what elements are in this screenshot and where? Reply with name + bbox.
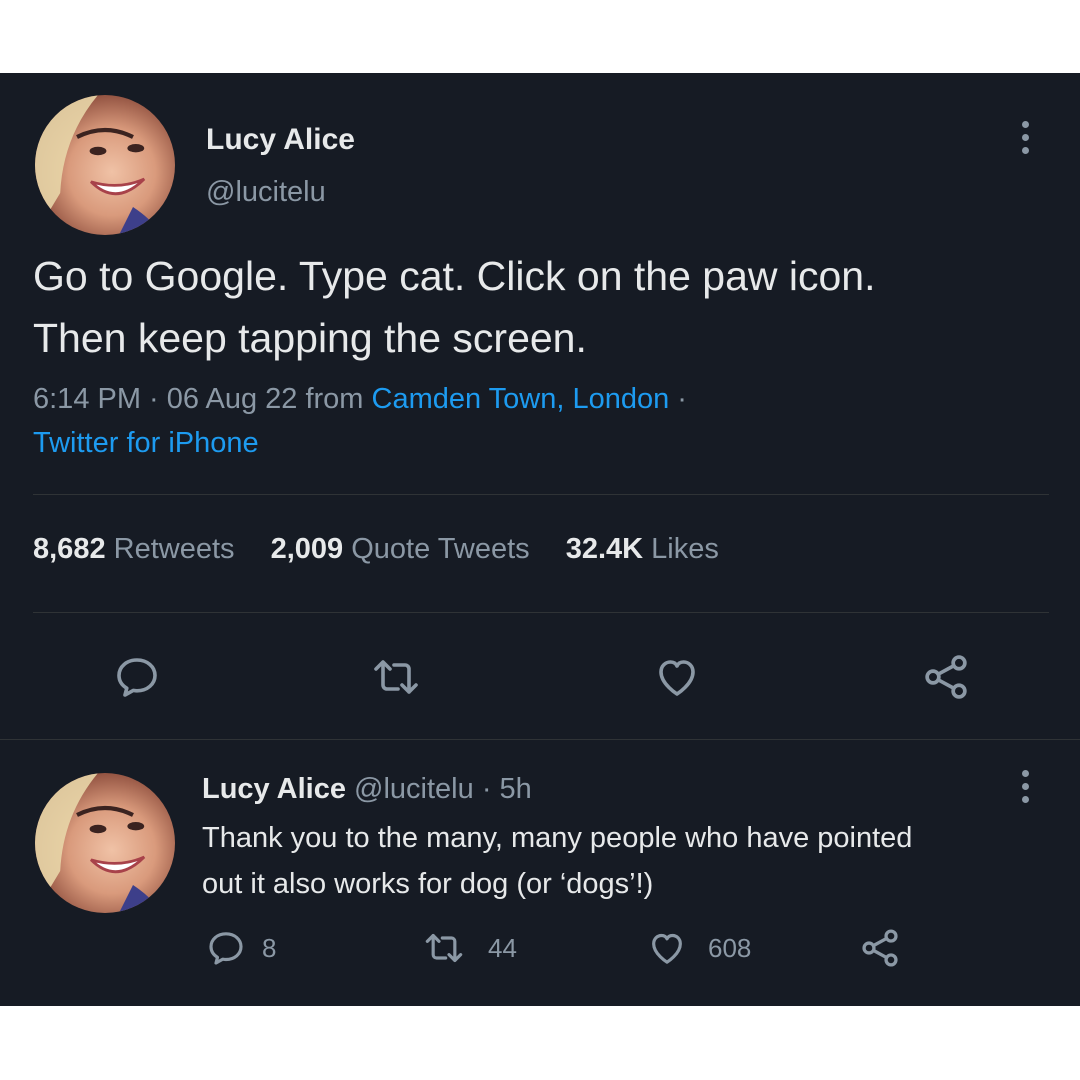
tweet-text: Go to Google. Type cat. Click on the paw… [33,245,875,369]
timestamp[interactable]: 6:14 PM · 06 Aug 22 from [33,383,372,415]
reply-header: Lucy Alice @lucitelu · 5h [202,773,532,806]
reply-text-line: Thank you to the many, many people who h… [202,822,913,854]
tweet-text-line: Go to Google. Type cat. Click on the paw… [33,253,876,299]
meta-separator: · [669,383,687,415]
like-icon[interactable] [646,928,688,968]
divider [0,739,1080,740]
reply-handle-time[interactable]: @lucitelu · 5h [354,773,532,805]
reply-avatar[interactable] [35,773,175,913]
likes-label: Likes [651,533,719,565]
tweet-panel: Lucy Alice @lucitelu Go to Google. Type … [0,73,1080,1006]
location-link[interactable]: Camden Town, London [372,383,670,415]
retweet-count: 44 [488,933,517,963]
like-icon[interactable] [652,653,702,701]
likes-count: 32.4K [565,533,644,565]
source-link[interactable]: Twitter for iPhone [33,421,687,465]
reply-display-name[interactable]: Lucy Alice [202,773,346,805]
avatar-image [35,95,161,235]
reply-count: 8 [262,933,277,963]
more-icon[interactable] [1020,121,1030,154]
retweets-label: Retweets [113,533,235,565]
reply-icon[interactable] [206,928,246,968]
handle[interactable]: @lucitelu [206,176,326,209]
reply-text: Thank you to the many, many people who h… [202,815,912,907]
tweet-text-line: Then keep tapping the screen. [33,315,587,361]
share-icon[interactable] [920,651,972,703]
reply-icon[interactable] [113,653,161,701]
quotes-label: Quote Tweets [351,533,530,565]
likes-stat[interactable]: 32.4K Likes [566,533,719,565]
quotes-count: 2,009 [270,533,344,565]
more-icon[interactable] [1020,770,1030,803]
share-icon[interactable] [858,926,902,970]
like-count: 608 [708,933,752,963]
tweet-meta: 6:14 PM · 06 Aug 22 from Camden Town, Lo… [33,377,687,465]
reply-text-line: out it also works for dog (or ‘dogs’!) [202,868,654,900]
divider [33,612,1049,613]
display-name[interactable]: Lucy Alice [206,123,355,157]
retweets-count: 8,682 [33,533,106,565]
retweets-stat[interactable]: 8,682 Retweets [33,533,235,565]
divider [33,494,1049,495]
quotes-stat[interactable]: 2,009 Quote Tweets [271,533,530,565]
tweet-stats: 8,682 Retweets 2,009 Quote Tweets 32.4K … [33,533,747,566]
retweet-icon[interactable] [370,653,422,701]
retweet-icon[interactable] [422,928,466,968]
avatar-image [35,773,161,913]
avatar[interactable] [35,95,175,235]
